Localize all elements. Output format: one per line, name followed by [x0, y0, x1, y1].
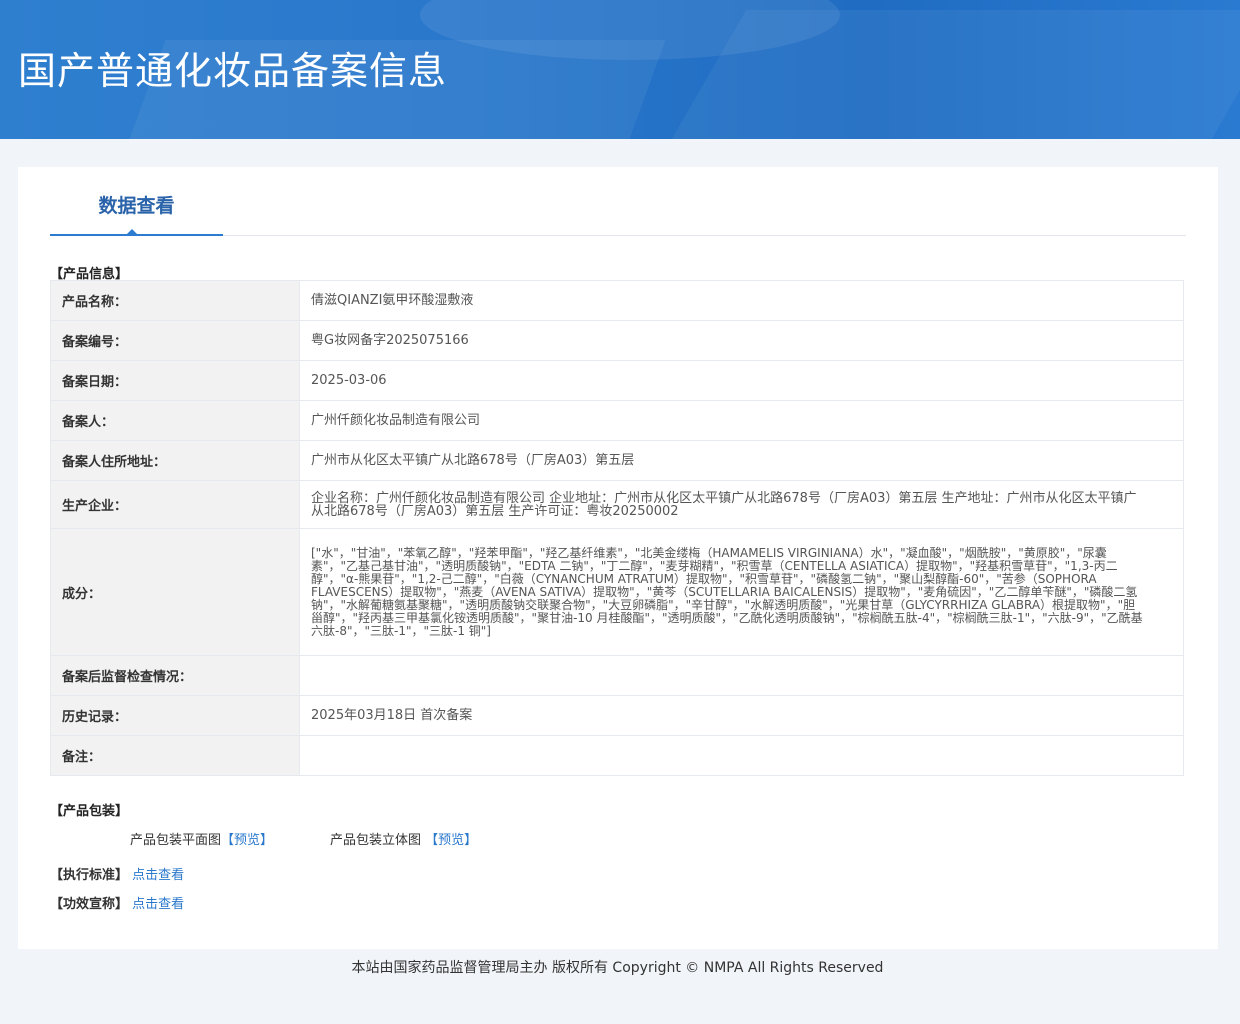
field-label: 备案人：	[50, 400, 300, 441]
table-row: 备案人： 广州仟颜化妆品制造有限公司	[50, 400, 1184, 441]
table-row: 备案后监督检查情况：	[50, 655, 1184, 696]
package-flat-view: 产品包装平面图【预览】	[130, 829, 273, 848]
table-row: 成分： ["水"，"甘油"，"苯氧乙醇"，"羟苯甲酯"，"羟乙基纤维素"，"北美…	[50, 528, 1184, 656]
package-stereo-preview-link[interactable]: 【预览】	[425, 833, 477, 848]
field-value: 2025-03-06	[299, 360, 1184, 401]
field-label: 产品名称：	[50, 280, 300, 321]
field-label: 备案后监督检查情况：	[50, 655, 300, 696]
packaging-section-title: 【产品包装】	[50, 804, 129, 819]
field-label: 备注：	[50, 735, 300, 776]
header-banner: 国产普通化妆品备案信息	[0, 0, 1240, 139]
package-flat-label: 产品包装平面图	[130, 833, 222, 848]
ingredients-value: ["水"，"甘油"，"苯氧乙醇"，"羟苯甲酯"，"羟乙基纤维素"，"北美金缕梅（…	[299, 528, 1184, 656]
field-value: 广州市从化区太平镇广从北路678号（厂房A03）第五层	[299, 440, 1184, 481]
tab-data-view[interactable]: 数据查看	[50, 167, 223, 236]
table-row: 产品名称： 倩滋QIANZI氨甲环酸湿敷液	[50, 280, 1184, 321]
field-value: 倩滋QIANZI氨甲环酸湿敷液	[299, 280, 1184, 321]
field-value	[299, 655, 1184, 696]
field-value: 企业名称：广州仟颜化妆品制造有限公司 企业地址：广州市从化区太平镇广从北路678…	[299, 480, 1184, 529]
footer-copyright: 本站由国家药品监督管理局主办 版权所有 Copyright © NMPA All…	[351, 960, 884, 976]
tab-bar: 数据查看	[50, 167, 1186, 236]
field-label: 备案日期：	[50, 360, 300, 401]
page-title: 国产普通化妆品备案信息	[18, 49, 448, 93]
efficacy-view-link[interactable]: 点击查看	[132, 897, 184, 912]
field-value: 2025年03月18日 首次备案	[299, 695, 1184, 736]
package-stereo-view: 产品包装立体图 【预览】	[330, 829, 477, 848]
efficacy-row: 【功效宣称】 点击查看	[50, 893, 184, 912]
field-label: 历史记录：	[50, 695, 300, 736]
standard-label: 【执行标准】	[50, 868, 129, 883]
field-value: 广州仟颜化妆品制造有限公司	[299, 400, 1184, 441]
package-flat-preview-link[interactable]: 【预览】	[221, 833, 273, 848]
standard-row: 【执行标准】 点击查看	[50, 864, 184, 883]
table-row: 备注：	[50, 735, 1184, 776]
table-row: 备案编号： 粤G妆网备字2025075166	[50, 320, 1184, 361]
table-row: 生产企业： 企业名称：广州仟颜化妆品制造有限公司 企业地址：广州市从化区太平镇广…	[50, 480, 1184, 529]
field-label: 生产企业：	[50, 480, 300, 529]
standard-view-link[interactable]: 点击查看	[132, 868, 184, 883]
table-row: 备案人住所地址： 广州市从化区太平镇广从北路678号（厂房A03）第五层	[50, 440, 1184, 481]
table-row: 备案日期： 2025-03-06	[50, 360, 1184, 401]
efficacy-label: 【功效宣称】	[50, 897, 129, 912]
content-card: 数据查看 【产品信息】 产品名称： 倩滋QIANZI氨甲环酸湿敷液 备案编号： …	[18, 167, 1218, 949]
field-label: 备案人住所地址：	[50, 440, 300, 481]
active-tab-indicator	[126, 229, 138, 235]
field-label: 备案编号：	[50, 320, 300, 361]
field-label: 成分：	[50, 528, 300, 656]
product-info-table: 产品名称： 倩滋QIANZI氨甲环酸湿敷液 备案编号： 粤G妆网备字202507…	[50, 280, 1184, 776]
field-value: 粤G妆网备字2025075166	[299, 320, 1184, 361]
banner-decoration	[653, 10, 1240, 139]
package-stereo-label: 产品包装立体图	[330, 833, 422, 848]
table-row: 历史记录： 2025年03月18日 首次备案	[50, 695, 1184, 736]
field-value	[299, 735, 1184, 776]
